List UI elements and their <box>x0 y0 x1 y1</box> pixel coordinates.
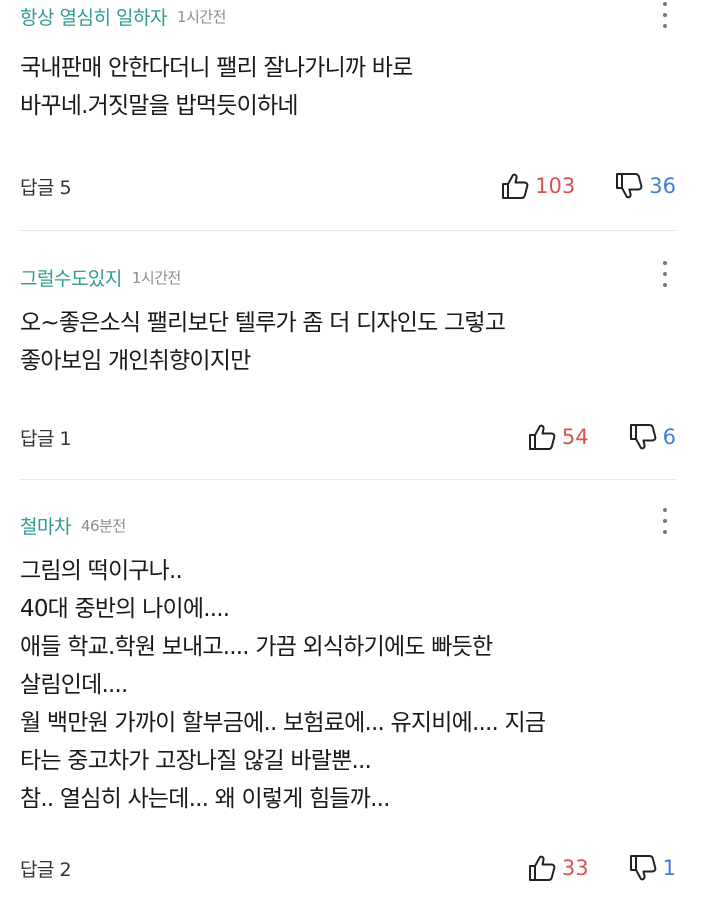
more-options-icon[interactable] <box>662 508 668 534</box>
like-button[interactable]: 33 <box>528 855 589 881</box>
comment-header: 그럴수도있지 1시간전 <box>20 262 676 292</box>
reply-button[interactable]: 답글 5 <box>20 173 72 200</box>
comment-text: 그림의 떡이구나.. 40대 중반의 나이에.... 애들 학교.학원 보내고.… <box>20 558 546 812</box>
thumbs-down-icon <box>616 173 643 199</box>
comment-item: 항상 열심히 일하자 1시간전 국내판매 안한다더니 팰리 잘나가니까 바로 바… <box>0 0 704 206</box>
reply-button[interactable]: 답글 2 <box>20 855 72 882</box>
comment-time: 1시간전 <box>176 7 226 26</box>
dislike-count: 6 <box>662 425 676 449</box>
comment-footer: 답글 1 54 6 <box>20 417 676 457</box>
thumbs-down-icon <box>629 424 657 450</box>
comment-time: 46분전 <box>80 516 126 535</box>
dislike-count: 36 <box>649 174 676 198</box>
comment-author[interactable]: 철마차 <box>20 512 71 539</box>
dislike-button[interactable]: 1 <box>629 855 676 881</box>
comment-footer: 답글 2 33 1 <box>20 848 676 888</box>
dislike-count: 1 <box>662 856 676 880</box>
like-button[interactable]: 54 <box>528 424 589 450</box>
like-count: 54 <box>561 425 589 449</box>
vote-group: 33 1 <box>528 855 676 881</box>
comment-header: 철마차 46분전 <box>20 510 676 540</box>
thumbs-up-icon <box>528 424 556 450</box>
comment-time: 1시간전 <box>131 268 181 287</box>
more-options-icon[interactable] <box>662 2 668 28</box>
comment-author[interactable]: 항상 열심히 일하자 <box>20 3 167 30</box>
like-count: 33 <box>561 856 589 880</box>
comment-author[interactable]: 그럴수도있지 <box>20 264 122 291</box>
like-button[interactable]: 103 <box>501 173 575 199</box>
comment-item: 철마차 46분전 그림의 떡이구나.. 40대 중반의 나이에.... 애들 학… <box>0 480 704 888</box>
comment-footer: 답글 5 103 36 <box>20 166 676 206</box>
vote-group: 54 6 <box>528 424 676 450</box>
reply-button[interactable]: 답글 1 <box>20 424 72 451</box>
like-count: 103 <box>535 174 576 198</box>
thumbs-down-icon <box>629 855 657 881</box>
comment-header: 항상 열심히 일하자 1시간전 <box>20 0 676 32</box>
more-options-icon[interactable] <box>662 261 668 287</box>
dislike-button[interactable]: 6 <box>629 424 676 450</box>
comment-text: 오~좋은소식 팰리보단 텔루가 좀 더 디자인도 그렇고 좋아보임 개인취향이지… <box>20 310 506 374</box>
dislike-button[interactable]: 36 <box>615 173 676 199</box>
thumbs-up-icon <box>528 855 556 881</box>
vote-group: 103 36 <box>501 173 676 199</box>
comment-text: 국내판매 안한다더니 팰리 잘나가니까 바로 바꾸네.거짓말을 밥먹듯이하네 <box>20 55 413 119</box>
comment-item: 그럴수도있지 1시간전 오~좋은소식 팰리보단 텔루가 좀 더 디자인도 그렇고… <box>0 231 704 457</box>
thumbs-up-icon <box>502 173 529 199</box>
